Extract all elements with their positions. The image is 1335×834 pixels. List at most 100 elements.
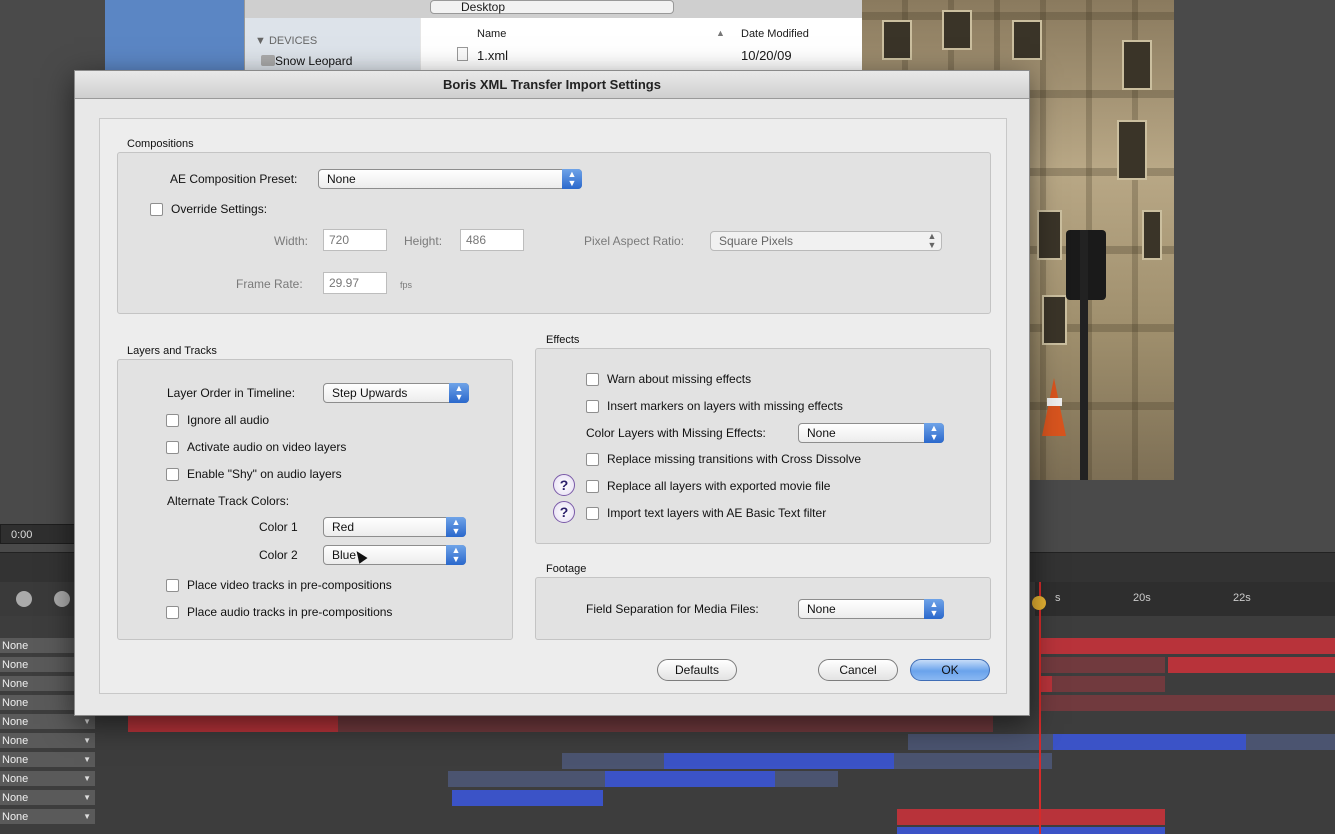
layer-order-popup[interactable]: Step Upwards ▲ ▼ — [323, 383, 469, 403]
chevron-down-icon[interactable]: ▼ — [83, 752, 91, 768]
cancel-button[interactable]: Cancel — [818, 659, 898, 681]
layer-row[interactable]: None ▼ — [0, 771, 95, 787]
help-icon[interactable]: ? — [553, 501, 575, 523]
ruler-mark: 20s — [1133, 592, 1151, 604]
file-row-name[interactable]: 1.xml — [477, 48, 508, 63]
timeline-clip[interactable] — [338, 716, 993, 732]
timeline-clip[interactable] — [128, 716, 338, 732]
document-icon — [457, 47, 468, 61]
playhead[interactable] — [1039, 582, 1041, 834]
layers-tracks-group-label: Layers and Tracks — [127, 345, 217, 357]
playhead-handle[interactable] — [1032, 596, 1046, 610]
timeline-clip[interactable] — [448, 771, 605, 787]
place-video-precomp-checkbox[interactable] — [166, 579, 179, 592]
search-icon[interactable] — [54, 591, 70, 607]
frame-rate-field[interactable]: 29.97 — [323, 272, 387, 294]
timeline-clip[interactable] — [897, 809, 1165, 825]
layer-label: None — [2, 640, 29, 652]
ignore-audio-label: Ignore all audio — [187, 413, 270, 427]
column-header-date-modified[interactable]: Date Modified — [741, 28, 809, 40]
timeline-clip[interactable] — [1246, 734, 1335, 750]
traffic-cone-stripe — [1047, 398, 1062, 406]
layer-label: None — [2, 792, 29, 804]
building-window — [1142, 210, 1162, 260]
timeline-clip[interactable] — [452, 790, 603, 806]
width-field[interactable]: 720 — [323, 229, 387, 251]
popup-arrows-icon: ▲ ▼ — [446, 517, 466, 537]
activate-audio-label: Activate audio on video layers — [187, 440, 347, 454]
layer-row[interactable]: None ▼ — [0, 714, 95, 730]
help-icon[interactable]: ? — [553, 474, 575, 496]
timeline-clip[interactable] — [605, 771, 775, 787]
building-window — [1117, 120, 1147, 180]
layer-order-value: Step Upwards — [332, 386, 408, 400]
composition-preset-popup[interactable]: None ▲ ▼ — [318, 169, 582, 189]
finder-sidebar: ▼ DEVICES Snow Leopard — [245, 18, 420, 70]
ok-button[interactable]: OK — [910, 659, 990, 681]
layer-row[interactable]: None ▼ — [0, 733, 95, 749]
layer-label: None — [2, 678, 29, 690]
layer-row[interactable]: None ▼ — [0, 790, 95, 806]
replace-transitions-checkbox[interactable] — [586, 453, 599, 466]
insert-markers-checkbox[interactable] — [586, 400, 599, 413]
time-ruler[interactable]: s 20s 22s — [1035, 582, 1335, 616]
field-separation-popup[interactable]: None ▲ ▼ — [798, 599, 944, 619]
chevron-down-icon[interactable]: ▼ — [83, 809, 91, 825]
color-missing-effects-popup[interactable]: None ▲ ▼ — [798, 423, 944, 443]
timeline-clip[interactable] — [1040, 695, 1335, 711]
dialog-title: Boris XML Transfer Import Settings — [75, 71, 1029, 99]
layer-label: None — [2, 735, 29, 747]
color-2-label: Color 2 — [259, 548, 298, 562]
timeline-clip[interactable] — [1040, 657, 1165, 673]
enable-shy-label: Enable "Shy" on audio layers — [187, 467, 342, 481]
timeline-clip[interactable] — [1168, 657, 1335, 673]
traffic-cone — [1042, 378, 1066, 436]
activate-audio-checkbox[interactable] — [166, 441, 179, 454]
timeline-clip[interactable] — [1040, 676, 1052, 692]
color-2-popup[interactable]: Blue ▲ ▼ — [323, 545, 466, 565]
pixel-aspect-ratio-popup[interactable]: Square Pixels ▲ ▼ — [710, 231, 942, 251]
warn-missing-effects-checkbox[interactable] — [586, 373, 599, 386]
timeline-clip[interactable] — [894, 753, 1052, 769]
sidebar-item-snow-leopard[interactable]: Snow Leopard — [275, 54, 352, 68]
brush-icon[interactable] — [16, 591, 32, 607]
column-header-name[interactable]: Name — [477, 28, 506, 40]
chevron-down-icon[interactable]: ▼ — [83, 771, 91, 787]
timeline-clip[interactable] — [664, 753, 894, 769]
import-text-layers-checkbox[interactable] — [586, 507, 599, 520]
color-1-popup[interactable]: Red ▲ ▼ — [323, 517, 466, 537]
layer-label: None — [2, 754, 29, 766]
defaults-button[interactable]: Defaults — [657, 659, 737, 681]
override-settings-checkbox[interactable] — [150, 203, 163, 216]
place-audio-precomp-checkbox[interactable] — [166, 606, 179, 619]
timeline-clip[interactable] — [775, 771, 838, 787]
layer-row[interactable]: None ▼ — [0, 809, 95, 825]
timecode-display[interactable]: 0:00 — [0, 524, 80, 544]
popup-arrows-icon: ▲ ▼ — [924, 599, 944, 619]
popup-arrows-icon: ▲ ▼ — [927, 231, 937, 250]
height-field[interactable]: 486 — [460, 229, 524, 251]
import-settings-dialog: Boris XML Transfer Import Settings Compo… — [74, 70, 1030, 716]
building-window — [1037, 210, 1062, 260]
layer-label: None — [2, 716, 29, 728]
pixel-aspect-ratio-value: Square Pixels — [719, 234, 794, 248]
composition-preset-label: AE Composition Preset: — [170, 172, 298, 186]
timeline-clip[interactable] — [1052, 676, 1165, 692]
layer-label: None — [2, 773, 29, 785]
finder-location-popup[interactable]: Desktop — [430, 0, 674, 14]
ignore-audio-checkbox[interactable] — [166, 414, 179, 427]
dialog-body: Compositions AE Composition Preset: None… — [99, 118, 1007, 694]
layer-row[interactable]: None ▼ — [0, 752, 95, 768]
replace-all-layers-checkbox[interactable] — [586, 480, 599, 493]
timeline-clip[interactable] — [897, 827, 1165, 834]
file-row-date: 10/20/09 — [741, 48, 792, 63]
timeline-clip[interactable] — [1053, 734, 1246, 750]
color-missing-effects-label: Color Layers with Missing Effects: — [586, 426, 766, 440]
enable-shy-checkbox[interactable] — [166, 468, 179, 481]
timeline-clip[interactable] — [908, 734, 1053, 750]
chevron-down-icon[interactable]: ▼ — [83, 714, 91, 730]
chevron-down-icon[interactable]: ▼ — [83, 790, 91, 806]
chevron-down-icon[interactable]: ▼ — [83, 733, 91, 749]
timeline-clip[interactable] — [1040, 638, 1335, 654]
timeline-clip[interactable] — [562, 753, 664, 769]
